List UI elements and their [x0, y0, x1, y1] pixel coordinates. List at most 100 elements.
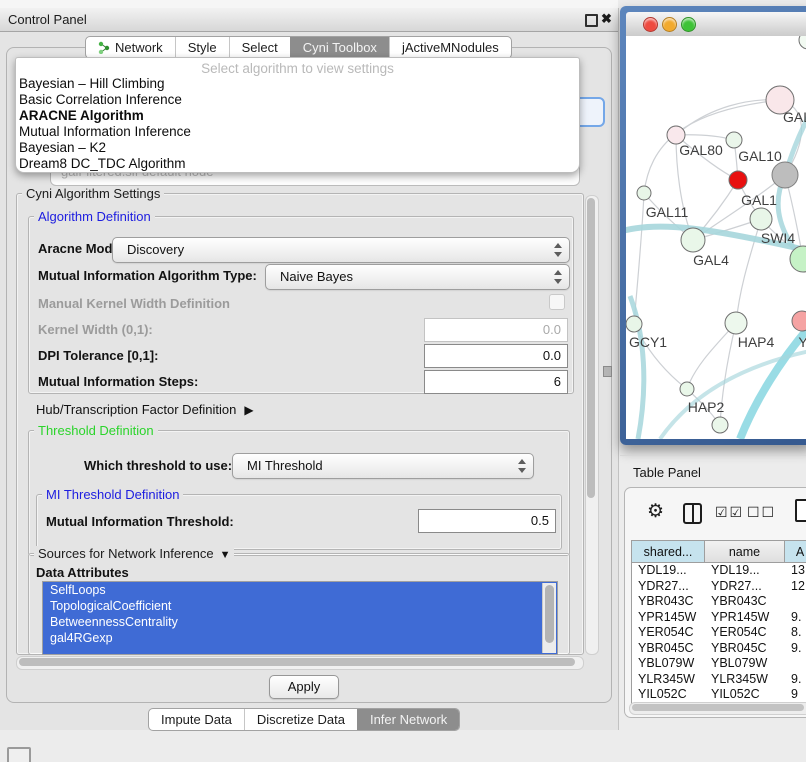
network-node[interactable]: [626, 316, 642, 332]
table-cell: 9.: [785, 672, 806, 688]
tab-jactivemnodules[interactable]: jActiveMNodules: [389, 37, 511, 58]
collapsed-arrow-icon: ▶: [244, 403, 253, 417]
algorithm-popup-items: Bayesian – Hill ClimbingBasic Correlatio…: [16, 76, 579, 172]
table-row[interactable]: YDR27...YDR27...12: [632, 579, 806, 595]
dpi-tolerance-value: 0.0: [543, 348, 561, 363]
network-node[interactable]: [726, 132, 742, 148]
node-label-swi4: SWI4: [761, 230, 795, 246]
algorithm-option-basic-correlation-inference[interactable]: Basic Correlation Inference: [16, 92, 579, 108]
mi-threshold-value: 0.5: [531, 513, 549, 528]
bottom-tab-impute-data[interactable]: Impute Data: [149, 709, 244, 730]
attribute-item-selfloops[interactable]: SelfLoops: [43, 582, 557, 598]
table-row[interactable]: YBL079WYBL079W: [632, 656, 806, 672]
network-node[interactable]: [750, 208, 772, 230]
mi-threshold-field[interactable]: 0.5: [418, 509, 556, 533]
table-cell: [785, 656, 806, 672]
attribute-item-topologicalcoefficient[interactable]: TopologicalCoefficient: [43, 598, 557, 614]
algorithm-option-dream8-dc-tdc-algorithm[interactable]: Dream8 DC_TDC Algorithm: [16, 156, 579, 172]
table-row[interactable]: YER054CYER054C8.: [632, 625, 806, 641]
page-root: Control Panel ✖ NetworkStyleSelectCyni T…: [0, 0, 806, 762]
spinner-arrows-icon: [553, 269, 562, 285]
node-label-gal10: GAL10: [738, 148, 782, 164]
close-traffic-light-icon[interactable]: [643, 17, 658, 32]
minimize-traffic-light-icon[interactable]: [662, 17, 677, 32]
tab-style[interactable]: Style: [175, 37, 229, 58]
tab-label: Impute Data: [161, 712, 232, 727]
algorithm-option-aracne-algorithm[interactable]: ARACNE Algorithm: [16, 108, 579, 124]
table-cell: YDL19...: [632, 563, 705, 579]
table-row[interactable]: YDL19...YDL19...13: [632, 563, 806, 579]
kernel-width-label: Kernel Width (0,1):: [38, 322, 153, 337]
table-horizontal-scrollbar[interactable]: [629, 702, 806, 715]
mi-steps-field[interactable]: 6: [424, 370, 568, 394]
table-row[interactable]: YLR345WYLR345W9.: [632, 672, 806, 688]
table-row[interactable]: YBR043CYBR043C: [632, 594, 806, 610]
bottom-tab-discretize-data[interactable]: Discretize Data: [244, 709, 357, 730]
network-node[interactable]: [792, 311, 806, 331]
network-window-titlebar[interactable]: [626, 12, 806, 37]
column-header-name[interactable]: name: [705, 541, 785, 563]
table-cell: 12: [785, 579, 806, 595]
attribute-item-gal4rgexp[interactable]: gal4RGexp: [43, 630, 557, 646]
columns-icon[interactable]: [683, 503, 702, 524]
table-cell: YPR145W: [632, 610, 705, 626]
network-view[interactable]: GALGAL80GAL10GAL1GAL11GAL4SWI4GCY1HAP4YH…: [626, 36, 806, 439]
which-threshold-combo[interactable]: MI Threshold: [232, 453, 534, 479]
tab-select[interactable]: Select: [229, 37, 290, 58]
network-node[interactable]: [725, 312, 747, 334]
manual-kernel-checkbox[interactable]: [549, 294, 565, 310]
dpi-tolerance-field[interactable]: 0.0: [424, 344, 568, 368]
network-node[interactable]: [729, 171, 747, 189]
deselect-all-checkboxes-icon[interactable]: ☐☐: [747, 504, 776, 521]
node-label-hap2: HAP2: [688, 399, 725, 415]
apply-button[interactable]: Apply: [269, 675, 339, 699]
bottom-tab-infer-network[interactable]: Infer Network: [357, 709, 459, 730]
network-node[interactable]: [799, 36, 806, 49]
mi-type-combo[interactable]: Naive Bayes: [265, 264, 570, 290]
table-row[interactable]: YPR145WYPR145W9.: [632, 610, 806, 626]
algorithm-option-bayesian-k2[interactable]: Bayesian – K2: [16, 140, 579, 156]
network-window[interactable]: GALGAL80GAL10GAL1GAL11GAL4SWI4GCY1HAP4YH…: [620, 6, 806, 445]
network-node[interactable]: [680, 382, 694, 396]
which-threshold-label: Which threshold to use:: [84, 458, 232, 473]
table-cell: YIL052C: [705, 687, 785, 703]
settings-horizontal-scrollbar[interactable]: [16, 656, 584, 670]
column-header-a[interactable]: A: [785, 541, 806, 563]
tab-label: Infer Network: [370, 712, 447, 727]
attributes-list-scrollbar[interactable]: [542, 583, 556, 653]
column-header-shared[interactable]: shared...: [632, 541, 705, 563]
table-row[interactable]: YIL052CYIL052C9: [632, 687, 806, 703]
float-window-icon[interactable]: [585, 14, 598, 27]
node-label-gal1: GAL1: [741, 192, 777, 208]
algorithm-option-bayesian-hill-climbing[interactable]: Bayesian – Hill Climbing: [16, 76, 579, 92]
gear-icon[interactable]: ⚙: [647, 500, 664, 523]
data-attributes-list[interactable]: SelfLoopsTopologicalCoefficientBetweenne…: [42, 581, 558, 655]
document-icon[interactable]: [795, 499, 806, 522]
network-node[interactable]: [772, 162, 798, 188]
network-node[interactable]: [712, 417, 728, 433]
tab-network[interactable]: Network: [86, 37, 175, 58]
aracne-mode-combo[interactable]: Discovery: [112, 237, 570, 263]
network-node[interactable]: [681, 228, 705, 252]
panel-splitter-grip[interactable]: [603, 366, 612, 377]
hub-definition-toggle[interactable]: Hub/Transcription Factor Definition▶: [36, 402, 254, 417]
docked-panel-icon[interactable]: [7, 747, 31, 762]
sources-title-text: Sources for Network Inference: [38, 546, 214, 561]
spinner-arrows-icon: [517, 458, 526, 474]
data-attributes-label: Data Attributes: [36, 565, 129, 580]
settings-vertical-scrollbar[interactable]: [585, 195, 599, 655]
sources-group-title[interactable]: Sources for Network Inference▼: [34, 546, 234, 561]
top-strip: [0, 0, 618, 8]
table-row[interactable]: YBR045CYBR045C9.: [632, 641, 806, 657]
select-all-checkboxes-icon[interactable]: ☑☑: [715, 504, 744, 521]
network-node[interactable]: [637, 186, 651, 200]
node-label-gal80: GAL80: [679, 142, 723, 158]
close-icon[interactable]: ✖: [601, 11, 612, 27]
tab-cyni-toolbox[interactable]: Cyni Toolbox: [290, 37, 389, 58]
node-label-gal11: GAL11: [646, 204, 689, 220]
attribute-item-betweennesscentrality[interactable]: BetweennessCentrality: [43, 614, 557, 630]
table-cell: 13: [785, 563, 806, 579]
zoom-traffic-light-icon[interactable]: [681, 17, 696, 32]
table-cell: YDR27...: [705, 579, 785, 595]
algorithm-option-mutual-information-inference[interactable]: Mutual Information Inference: [16, 124, 579, 140]
